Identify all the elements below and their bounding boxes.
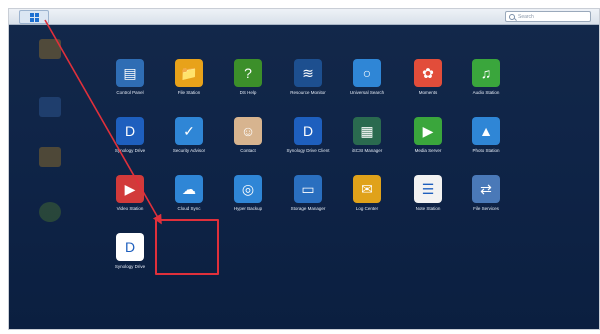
annotation-arrow	[44, 19, 162, 225]
desktop: Search ▤ Control Panel 📁 File Station? DS He…	[8, 8, 600, 330]
